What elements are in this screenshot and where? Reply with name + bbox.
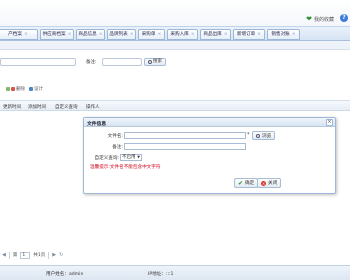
design-label: 设计 xyxy=(34,87,43,92)
toolbar: 删除 设计 xyxy=(0,84,350,94)
remark-input[interactable] xyxy=(102,58,142,66)
username-status: 用户姓名：admin xyxy=(46,272,84,277)
close-icon[interactable]: × xyxy=(24,32,28,37)
tab-item[interactable]: 商品信息 × xyxy=(76,29,105,40)
close-button-label: 关闭 xyxy=(268,181,278,186)
tab-label: 商品出库 xyxy=(203,32,222,37)
favorites-label: 我的收藏 xyxy=(313,16,334,23)
close-icon[interactable]: × xyxy=(257,32,261,37)
close-button[interactable]: × 关闭 xyxy=(257,178,282,188)
search-input[interactable] xyxy=(0,58,76,66)
tab-item[interactable]: 商品出库 × xyxy=(200,29,231,40)
tab-item[interactable]: 产档案 × xyxy=(0,29,38,40)
close-icon[interactable]: × xyxy=(326,119,333,126)
favorites-link[interactable]: ❤ 我的收藏 xyxy=(306,15,334,23)
tab-label: 供应商档案 xyxy=(42,32,66,37)
search-button[interactable]: 搜索 xyxy=(144,58,166,66)
ip-status: IP地址：:::1 xyxy=(148,272,174,277)
design-icon xyxy=(29,87,33,91)
prev-page-icon[interactable]: ◀ xyxy=(2,252,6,258)
table-header: 更新时间 添加时间 自定义查询 操作人 xyxy=(0,100,350,111)
next-page-icon[interactable]: ▶ xyxy=(52,252,56,258)
add-icon xyxy=(6,87,10,91)
close-icon[interactable]: × xyxy=(130,32,134,37)
browse-button-label: 浏览 xyxy=(262,133,272,139)
search-row: 备注: 搜索 xyxy=(0,56,350,68)
cancel-icon: × xyxy=(261,180,266,186)
design-button[interactable]: 设计 xyxy=(29,86,43,92)
page-input[interactable]: 1 xyxy=(20,251,31,259)
warning-text: 温馨提示:文件名不能包含中文字符 xyxy=(90,165,161,170)
delete-icon xyxy=(11,87,15,91)
refresh-icon[interactable]: ↻ xyxy=(59,252,63,258)
tab-label: 品牌列表 xyxy=(109,32,128,37)
custom-query-value: 不启用 xyxy=(122,155,136,160)
tab-item[interactable]: 供应商档案 × xyxy=(40,29,74,40)
ok-button[interactable]: ✔ 确定 xyxy=(234,178,259,188)
tab-item[interactable]: 品牌列表 × xyxy=(107,29,136,40)
close-icon[interactable]: × xyxy=(68,32,72,37)
separator xyxy=(48,251,50,259)
close-icon[interactable]: × xyxy=(157,32,161,37)
ok-button-label: 确定 xyxy=(245,181,255,186)
total-pages-label: 共1页 xyxy=(33,253,46,258)
tab-label: 销售对账 xyxy=(271,32,290,37)
check-icon: ✔ xyxy=(238,179,244,187)
required-mark: * xyxy=(247,132,250,138)
close-icon[interactable]: × xyxy=(292,32,296,37)
column-header[interactable]: 操作人 xyxy=(86,104,100,110)
file-info-dialog: 文件信息 × 文件名: * 浏览 备注: 自定义查询: 不启用 ▼ 温馨提示:文… xyxy=(83,117,336,194)
tab-label: 产档案 xyxy=(8,32,22,37)
dialog-titlebar: 文件信息 × xyxy=(84,118,335,127)
remark-input[interactable] xyxy=(124,143,246,150)
tab-label: 采购单 xyxy=(141,32,156,37)
breadcrumb-bar xyxy=(0,41,350,50)
tab-item[interactable]: 销售对账 × xyxy=(267,29,300,40)
top-header: ❤ 我的收藏 ? xyxy=(0,0,350,26)
tab-item[interactable]: 采购单 × xyxy=(138,29,165,40)
delete-label: 删除 xyxy=(16,87,25,92)
delete-button[interactable]: 删除 xyxy=(6,86,25,92)
column-header[interactable]: 自定义查询 xyxy=(55,104,78,110)
close-icon[interactable]: × xyxy=(224,32,228,37)
browse-button[interactable]: 浏览 xyxy=(252,131,276,140)
close-icon[interactable]: × xyxy=(191,32,195,37)
close-icon[interactable]: × xyxy=(99,32,103,37)
status-bar: 用户姓名：admin IP地址：:::1 xyxy=(0,265,350,280)
custom-query-label: 自定义查询: xyxy=(94,156,119,161)
question-icon[interactable]: ? xyxy=(340,14,348,22)
dialog-title: 文件信息 xyxy=(87,122,107,127)
tab-item[interactable]: 新增订单 × xyxy=(233,29,265,40)
tab-label: 采购入库 xyxy=(170,32,189,37)
tab-label: 新增订单 xyxy=(236,32,256,37)
remark-label: 备注: xyxy=(112,145,123,150)
column-header[interactable]: 添加时间 xyxy=(28,104,46,110)
search-icon xyxy=(256,133,260,138)
tab-label: 商品信息 xyxy=(78,32,97,37)
search-button-label: 搜索 xyxy=(153,59,162,64)
star-icon: ❤ xyxy=(306,15,312,23)
tab-item[interactable]: 采购入库 × xyxy=(167,29,198,40)
filename-input[interactable] xyxy=(124,132,246,139)
chevron-down-icon: ▼ xyxy=(137,155,140,159)
custom-query-select[interactable]: 不启用 ▼ xyxy=(120,154,142,161)
separator xyxy=(8,251,10,259)
pagination-bar: ◀ 第 1 共1页 ▶ ↻ xyxy=(0,250,350,260)
tab-bar: 产档案 × 供应商档案 × 商品信息 × 品牌列表 × 采购单 × 采购入库 × 商品出库 ×… xyxy=(0,26,350,41)
search-icon xyxy=(148,60,152,64)
filename-label: 文件名: xyxy=(107,134,123,139)
column-header[interactable]: 更新时间 xyxy=(3,104,21,110)
remark-label: 备注: xyxy=(86,60,97,65)
page-label: 第 xyxy=(12,253,18,258)
